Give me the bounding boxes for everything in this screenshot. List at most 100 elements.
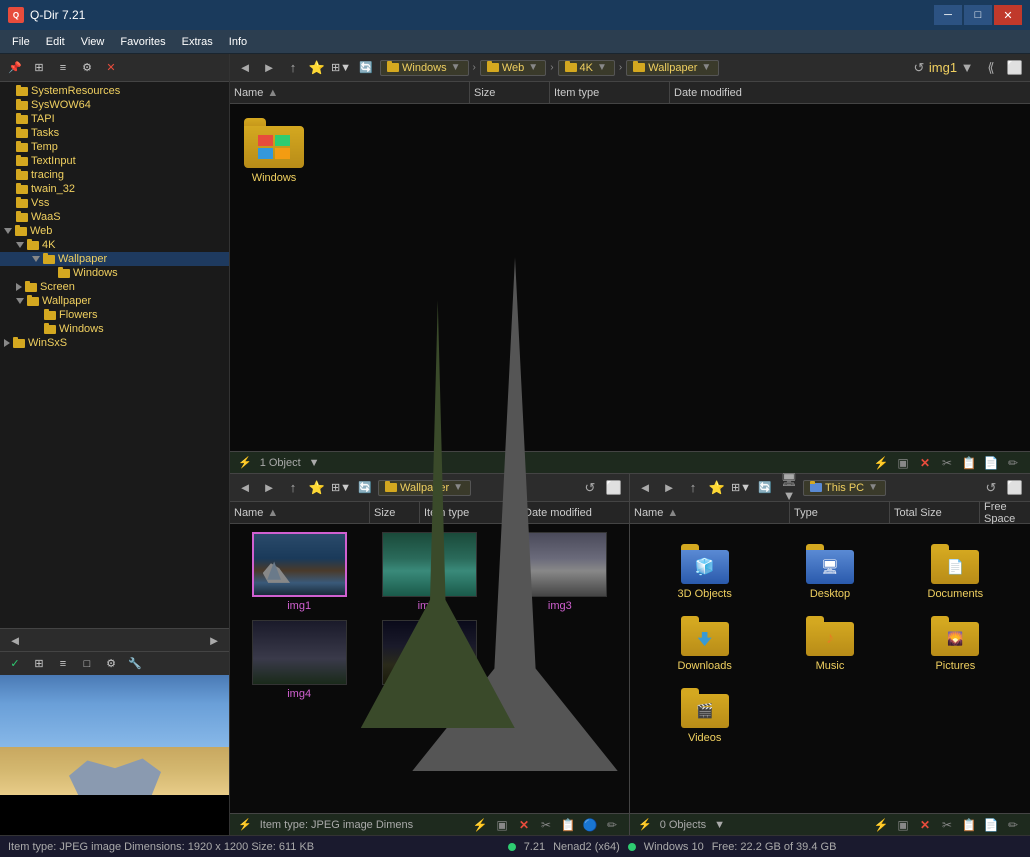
bl-forward-btn[interactable]: ► xyxy=(258,477,280,499)
sidebar-tb6[interactable]: 🔧 xyxy=(124,653,146,675)
pc-item-music[interactable]: ♪ Music xyxy=(771,612,888,676)
status-btn-6[interactable]: ✏ xyxy=(1004,454,1022,472)
bl-back-btn[interactable]: ◄ xyxy=(234,477,256,499)
sidebar-pin-button[interactable]: 📌 xyxy=(4,57,26,79)
bl-col-name[interactable]: Name ▲ xyxy=(230,502,370,524)
br-refresh2-btn[interactable]: ↺ xyxy=(980,477,1002,499)
br-forward-btn[interactable]: ► xyxy=(658,477,680,499)
img1-dropdown[interactable]: ▼ xyxy=(956,57,978,79)
tree-item[interactable]: Tasks xyxy=(0,126,229,140)
br-path-btn[interactable]: 🖥▼ xyxy=(778,477,800,499)
pc-item-desktop[interactable]: 🖥 Desktop xyxy=(771,540,888,604)
sidebar-check-button[interactable]: ✓ xyxy=(4,653,26,675)
tree-item[interactable]: tracing xyxy=(0,168,229,182)
fav-button[interactable]: ⭐ xyxy=(306,57,328,79)
status-btn-5[interactable]: 📄 xyxy=(982,454,1000,472)
br-dropdown-icon[interactable]: ▼ xyxy=(714,819,725,831)
sidebar-right-button[interactable]: ► xyxy=(203,629,225,651)
path-windows[interactable]: Windows ▼ xyxy=(380,60,469,76)
bl-status-btn3[interactable]: ✂ xyxy=(537,816,555,834)
refresh-btn[interactable]: 🔄 xyxy=(355,57,377,79)
thumbnail-img1[interactable]: img1 xyxy=(238,532,360,612)
status-close-btn[interactable]: ✕ xyxy=(916,454,934,472)
sidebar-list-button[interactable]: ≡ xyxy=(52,57,74,79)
thumbnail-img4[interactable]: img4 xyxy=(238,620,360,700)
sidebar-tb4[interactable]: □ xyxy=(76,653,98,675)
menu-file[interactable]: File xyxy=(4,34,38,50)
tree-item[interactable]: TAPI xyxy=(0,112,229,126)
tree-item[interactable]: Windows xyxy=(0,266,229,280)
menu-favorites[interactable]: Favorites xyxy=(112,34,173,50)
br-status-btn1[interactable]: ⚡ xyxy=(872,816,890,834)
menu-view[interactable]: View xyxy=(73,34,113,50)
forward-button[interactable]: ► xyxy=(258,57,280,79)
img1-btn[interactable]: img1 xyxy=(932,57,954,79)
tree-item[interactable]: Vss xyxy=(0,196,229,210)
up-button[interactable]: ↑ xyxy=(282,57,304,79)
menu-edit[interactable]: Edit xyxy=(38,34,73,50)
bl-expand-btn[interactable]: ⬜ xyxy=(603,477,625,499)
col-type-header[interactable]: Item type xyxy=(550,82,670,104)
br-back-btn[interactable]: ◄ xyxy=(634,477,656,499)
status-btn-4[interactable]: 📋 xyxy=(960,454,978,472)
br-this-pc[interactable]: This PC ▼ xyxy=(803,480,886,496)
top-pane-content[interactable]: Windows xyxy=(230,104,1030,451)
tree-item-winsxs[interactable]: WinSxS xyxy=(0,336,229,350)
maximize-button[interactable]: □ xyxy=(964,5,992,25)
tree-item[interactable]: TextInput xyxy=(0,154,229,168)
bl-status-btn6[interactable]: ✏ xyxy=(603,816,621,834)
col-date-header[interactable]: Date modified xyxy=(670,82,1030,104)
br-col-free-space[interactable]: Free Space xyxy=(980,502,1030,524)
back-button[interactable]: ◄ xyxy=(234,57,256,79)
file-tree[interactable]: SystemResources SysWOW64 TAPI Tasks Temp xyxy=(0,82,229,628)
tree-item-windows-wallpaper[interactable]: Windows xyxy=(0,322,229,336)
bl-refresh2-btn[interactable]: ↺ xyxy=(579,477,601,499)
sidebar-tb5[interactable]: ⚙ xyxy=(100,653,122,675)
menu-extras[interactable]: Extras xyxy=(174,34,221,50)
br-status-btn5[interactable]: 📄 xyxy=(982,816,1000,834)
br-col-total-size[interactable]: Total Size xyxy=(890,502,980,524)
tree-item[interactable]: Web xyxy=(0,224,229,238)
this-pc-grid[interactable]: 🧊 3D Objects 🖥 Desktop xyxy=(630,524,1030,813)
pc-item-downloads[interactable]: Downloads xyxy=(646,612,763,676)
status-btn-1[interactable]: ⚡ xyxy=(872,454,890,472)
path-4k[interactable]: 4K ▼ xyxy=(558,60,615,76)
sidebar-left-button[interactable]: ◄ xyxy=(4,629,26,651)
tree-item-flowers[interactable]: Flowers xyxy=(0,308,229,322)
status-btn-2[interactable]: ▣ xyxy=(894,454,912,472)
bl-status-btn4[interactable]: 📋 xyxy=(559,816,577,834)
br-status-btn6[interactable]: ✏ xyxy=(1004,816,1022,834)
image-thumbnail-grid[interactable]: img1 img2 img3 xyxy=(230,524,629,813)
bl-status-btn5[interactable]: 🔵 xyxy=(581,816,599,834)
sidebar-options-button[interactable]: ⚙ xyxy=(76,57,98,79)
refresh-top-btn[interactable]: ↺ xyxy=(908,57,930,79)
col-size-header[interactable]: Size xyxy=(470,82,550,104)
bl-col-date[interactable]: Date modified xyxy=(520,502,629,524)
pc-item-videos[interactable]: 🎬 Videos xyxy=(646,684,763,748)
bl-fav-btn[interactable]: ⭐ xyxy=(306,477,328,499)
col-name-header[interactable]: Name ▲ xyxy=(230,82,470,104)
view-btn[interactable]: ⊞▼ xyxy=(330,57,352,79)
bl-path-segment[interactable]: Wallpaper ▼ xyxy=(378,480,471,496)
thumbnail-img13[interactable]: img13 xyxy=(368,620,490,700)
sidebar-close-button[interactable]: ✕ xyxy=(100,57,122,79)
bl-up-btn[interactable]: ↑ xyxy=(282,477,304,499)
bl-col-size[interactable]: Size xyxy=(370,502,420,524)
close-button[interactable]: ✕ xyxy=(994,5,1022,25)
bl-view-btn[interactable]: ⊞▼ xyxy=(330,477,352,499)
path-wallpaper[interactable]: Wallpaper ▼ xyxy=(626,60,719,76)
br-col-type[interactable]: Type xyxy=(790,502,890,524)
status-btn-3[interactable]: ✂ xyxy=(938,454,956,472)
img-prev-btn[interactable]: ⟪ xyxy=(980,57,1002,79)
br-refresh-btn[interactable]: 🔄 xyxy=(754,477,776,499)
tree-item[interactable]: SystemResources xyxy=(0,84,229,98)
tree-item[interactable]: WaaS xyxy=(0,210,229,224)
bl-refresh-btn[interactable]: 🔄 xyxy=(354,477,376,499)
menu-info[interactable]: Info xyxy=(221,34,255,50)
br-expand-btn[interactable]: ⬜ xyxy=(1004,477,1026,499)
br-col-name[interactable]: Name ▲ xyxy=(630,502,790,524)
tree-item[interactable]: 4K xyxy=(0,238,229,252)
tree-item[interactable]: twain_32 xyxy=(0,182,229,196)
br-status-btn2[interactable]: ▣ xyxy=(894,816,912,834)
tree-item[interactable]: Temp xyxy=(0,140,229,154)
